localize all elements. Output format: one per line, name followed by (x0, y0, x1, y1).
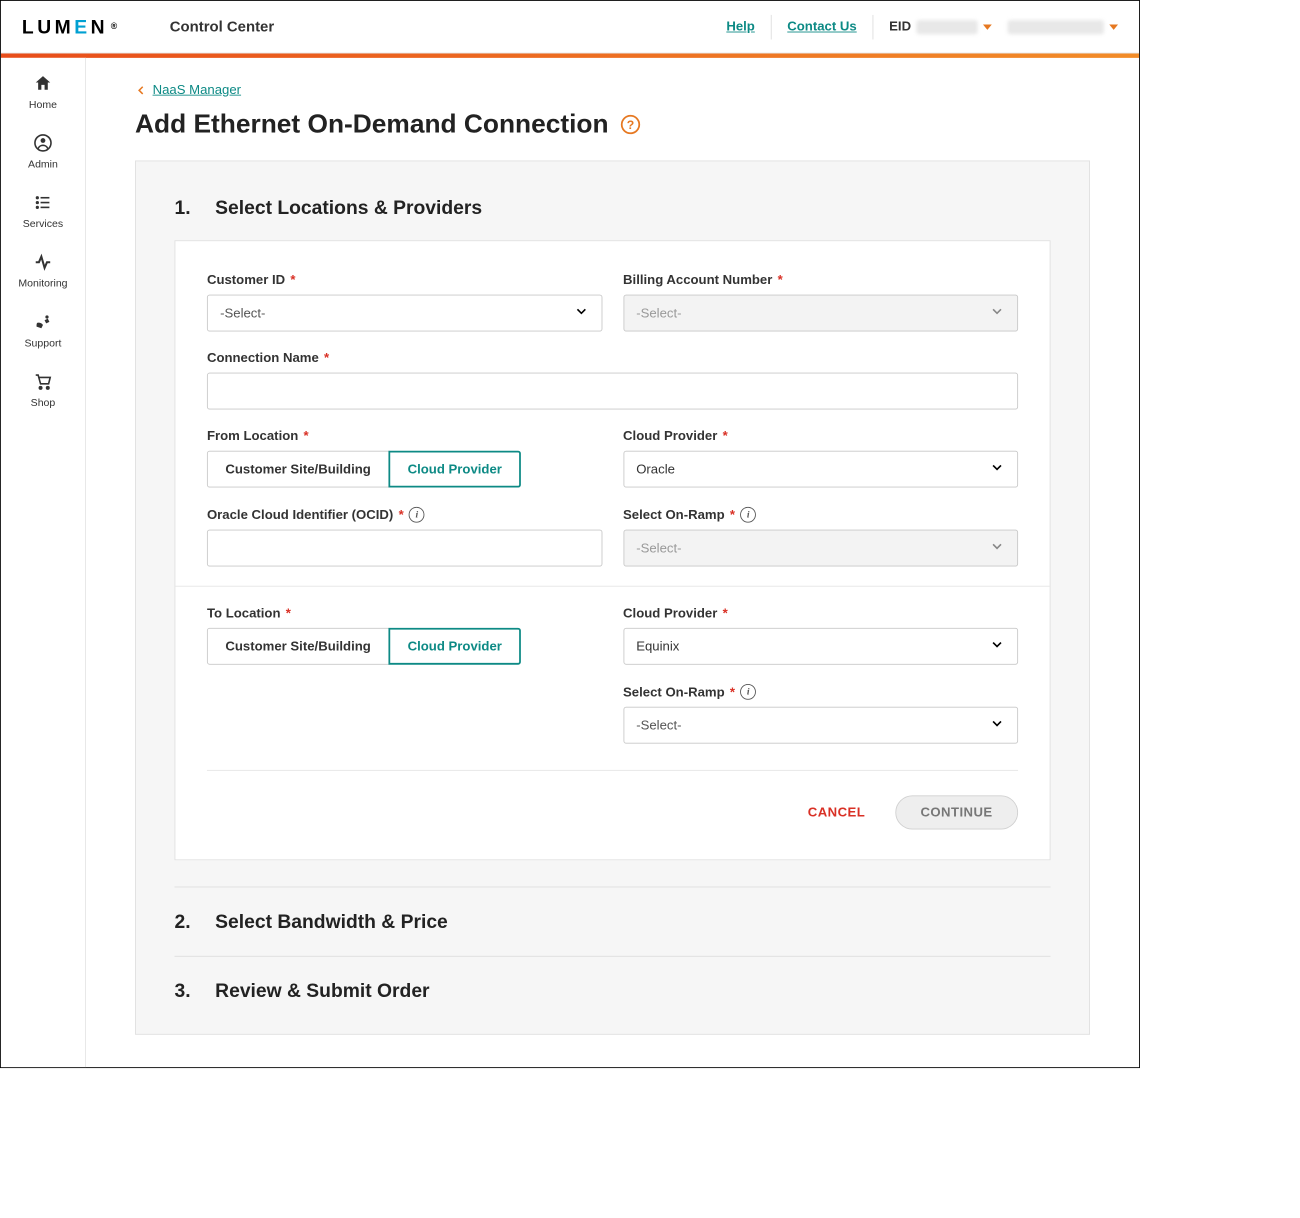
divider (873, 14, 874, 39)
form-panel: 1. Select Locations & Providers Customer… (135, 160, 1090, 1034)
to-on-ramp-select[interactable]: -Select- (623, 707, 1018, 744)
ban-label: Billing Account Number * (623, 273, 1018, 288)
step-title: Review & Submit Order (215, 979, 429, 1002)
sidebar-item-label: Shop (31, 396, 56, 408)
step-title: Select Bandwidth & Price (215, 910, 448, 933)
sidebar-item-shop[interactable]: Shop (31, 372, 56, 409)
continue-button[interactable]: CONTINUE (895, 795, 1018, 829)
select-value: Oracle (636, 462, 675, 477)
from-location-label: From Location * (207, 429, 602, 444)
main-content: NaaS Manager Add Ethernet On-Demand Conn… (86, 58, 1139, 1067)
step-title: Select Locations & Providers (215, 196, 482, 219)
actions-row: CANCEL CONTINUE (207, 770, 1018, 851)
customer-id-label: Customer ID * (207, 273, 602, 288)
sidebar-item-monitoring[interactable]: Monitoring (18, 253, 67, 290)
sidebar-item-label: Services (23, 217, 63, 229)
step-number: 2. (175, 910, 191, 933)
home-icon (33, 74, 52, 93)
from-cloud-provider-select[interactable]: Oracle (623, 451, 1018, 488)
page-title: Add Ethernet On-Demand Connection (135, 110, 609, 140)
info-icon[interactable]: i (409, 507, 425, 523)
from-location-segment: Customer Site/Building Cloud Provider (207, 451, 602, 488)
sidebar-item-label: Monitoring (18, 277, 67, 289)
to-cloud-provider-select[interactable]: Equinix (623, 628, 1018, 665)
chevron-down-icon (989, 637, 1005, 656)
chevron-down-icon (573, 303, 589, 322)
step-number: 3. (175, 979, 191, 1002)
from-location-cloud-provider[interactable]: Cloud Provider (388, 451, 521, 488)
sidebar: Home Admin Services Monitoring Support S… (1, 58, 86, 1067)
to-on-ramp-label: Select On-Ramp * i (623, 684, 1018, 700)
select-value: -Select- (636, 306, 681, 321)
to-location-label: To Location * (207, 606, 602, 621)
connection-name-label: Connection Name * (207, 351, 1018, 366)
divider (771, 14, 772, 39)
support-icon (33, 312, 52, 331)
from-location-customer-site[interactable]: Customer Site/Building (207, 451, 389, 488)
from-on-ramp-select[interactable]: -Select- (623, 530, 1018, 567)
to-location-segment: Customer Site/Building Cloud Provider (207, 628, 602, 665)
ocid-input[interactable] (207, 530, 602, 567)
ban-select[interactable]: -Select- (623, 295, 1018, 332)
cancel-button[interactable]: CANCEL (795, 795, 877, 829)
select-value: -Select- (636, 718, 681, 733)
select-value: -Select- (636, 541, 681, 556)
activity-icon (33, 253, 52, 272)
chevron-down-icon (989, 716, 1005, 735)
step-3-header[interactable]: 3. Review & Submit Order (175, 956, 1051, 1025)
brand-logo[interactable]: LUMEN® (22, 15, 117, 38)
sidebar-item-support[interactable]: Support (25, 312, 62, 349)
breadcrumb[interactable]: NaaS Manager (135, 82, 1090, 97)
ocid-label: Oracle Cloud Identifier (OCID) * i (207, 507, 602, 523)
connection-name-input[interactable] (207, 373, 1018, 410)
sidebar-item-home[interactable]: Home (29, 74, 57, 111)
step-1-header: 1. Select Locations & Providers (175, 196, 1051, 219)
chevron-down-icon (983, 24, 992, 29)
user-icon (33, 133, 52, 152)
divider (175, 586, 1049, 587)
to-cloud-provider-label: Cloud Provider * (623, 606, 1018, 621)
select-value: -Select- (220, 306, 265, 321)
breadcrumb-label: NaaS Manager (153, 82, 241, 97)
user-menu[interactable] (1008, 20, 1118, 34)
chevron-down-icon (989, 303, 1005, 322)
step-number: 1. (175, 196, 191, 219)
to-location-customer-site[interactable]: Customer Site/Building (207, 628, 389, 665)
chevron-left-icon (135, 84, 147, 96)
from-cloud-provider-label: Cloud Provider * (623, 429, 1018, 444)
chevron-down-icon (989, 538, 1005, 557)
sidebar-item-label: Admin (28, 158, 58, 170)
info-icon[interactable]: i (740, 507, 756, 523)
cart-icon (33, 372, 52, 391)
eid-label: EID (889, 19, 911, 34)
select-value: Equinix (636, 639, 679, 654)
app-name: Control Center (170, 18, 274, 36)
from-on-ramp-label: Select On-Ramp * i (623, 507, 1018, 523)
customer-id-select[interactable]: -Select- (207, 295, 602, 332)
eid-menu[interactable]: EID (889, 19, 992, 34)
sidebar-item-label: Support (25, 337, 62, 349)
step-1-form: Customer ID * -Select- Billing Account N… (175, 240, 1051, 860)
sidebar-item-label: Home (29, 98, 57, 110)
to-location-cloud-provider[interactable]: Cloud Provider (388, 628, 521, 665)
chevron-down-icon (989, 459, 1005, 478)
help-link[interactable]: Help (726, 19, 755, 34)
sidebar-item-admin[interactable]: Admin (28, 133, 58, 170)
step-2-header[interactable]: 2. Select Bandwidth & Price (175, 887, 1051, 956)
eid-value-redacted (916, 20, 977, 34)
list-icon (33, 193, 52, 212)
contact-us-link[interactable]: Contact Us (787, 19, 856, 34)
username-redacted (1008, 20, 1104, 34)
sidebar-item-services[interactable]: Services (23, 193, 63, 230)
info-icon[interactable]: i (740, 684, 756, 700)
chevron-down-icon (1109, 24, 1118, 29)
help-icon[interactable]: ? (621, 115, 640, 134)
topbar: LUMEN® Control Center Help Contact Us EI… (1, 1, 1139, 54)
